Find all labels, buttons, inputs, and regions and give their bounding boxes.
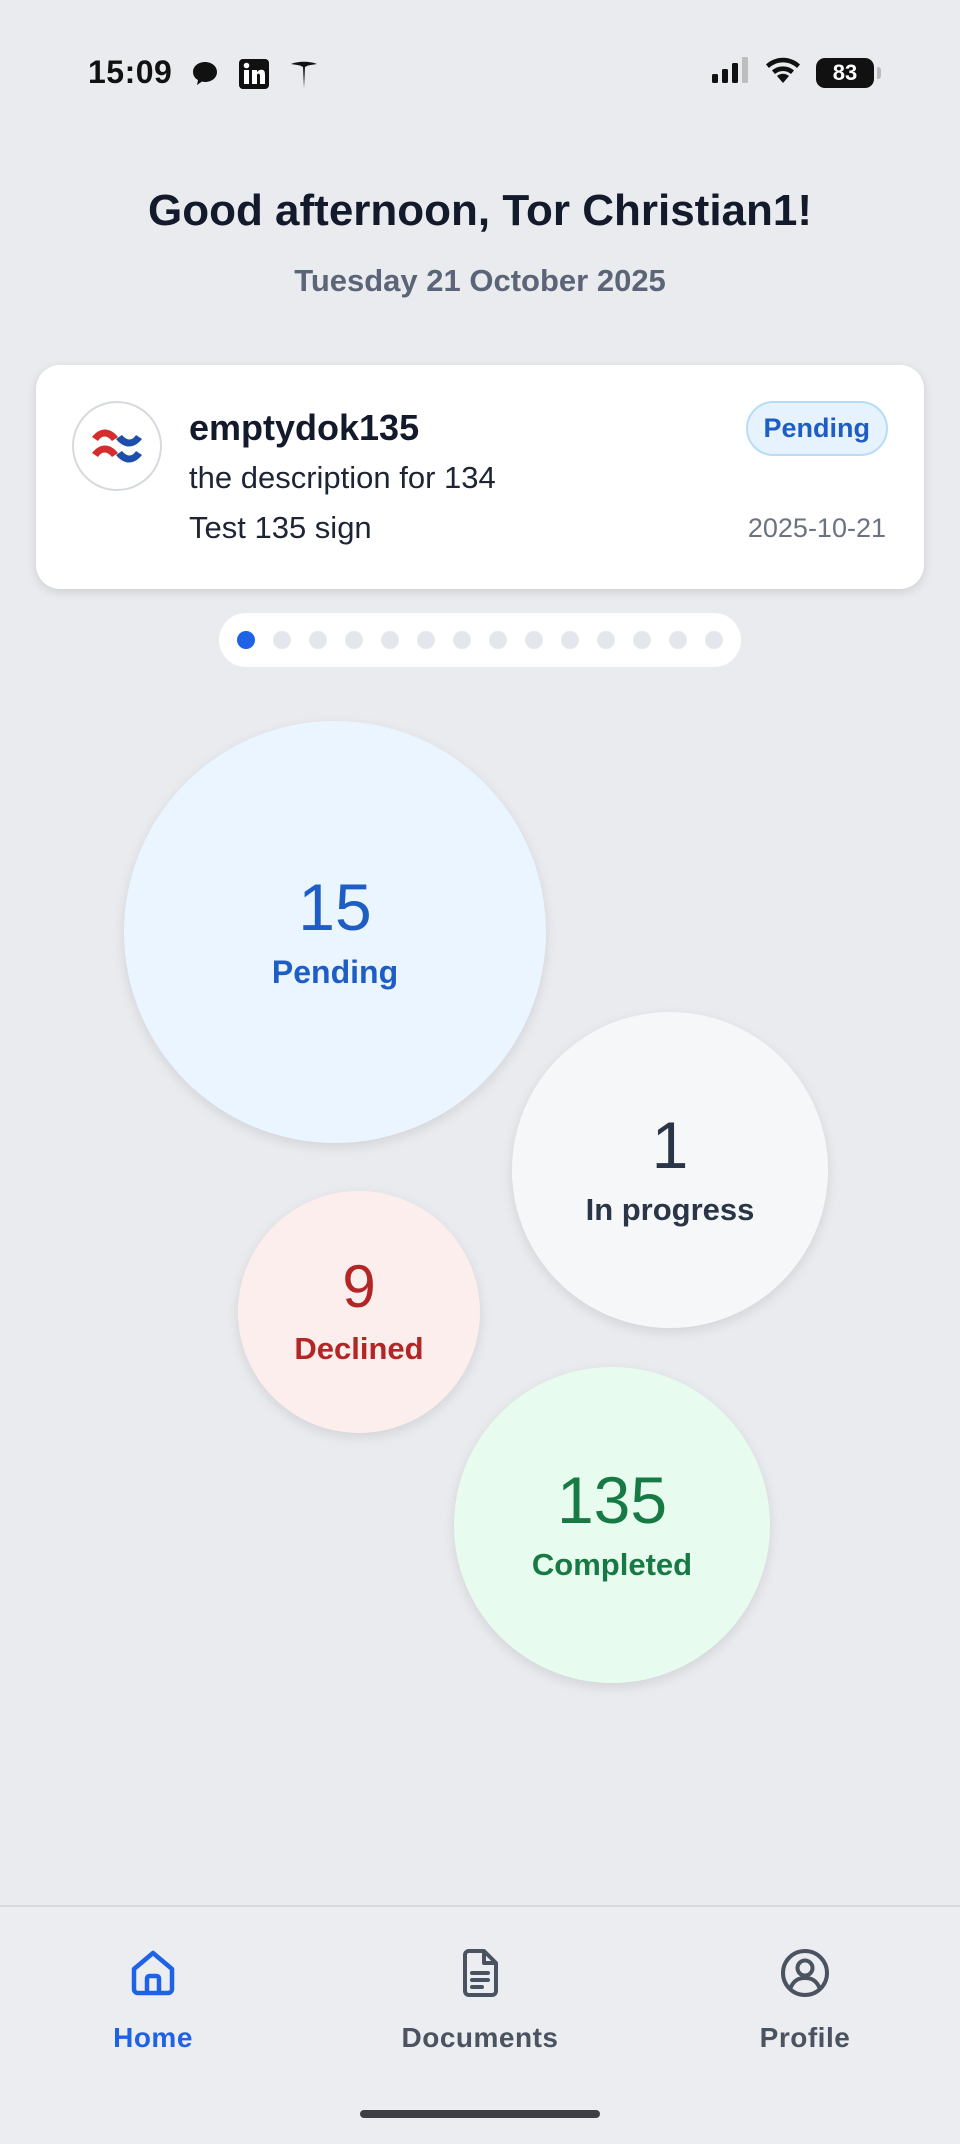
organization-logo-icon — [72, 401, 162, 491]
nav-documents-label: Documents — [401, 2022, 559, 2053]
pager-dot[interactable] — [705, 631, 723, 649]
completed-label: Completed — [531, 1547, 693, 1582]
pending-label: Pending — [271, 953, 399, 990]
pager-dot[interactable] — [381, 631, 399, 649]
pager-dot[interactable] — [453, 631, 471, 649]
status-badge: Pending — [745, 401, 888, 456]
nav-profile[interactable]: Profile — [685, 1947, 925, 2054]
wifi-icon — [764, 56, 802, 89]
pager-dot[interactable] — [417, 631, 435, 649]
status-time: 15:09 — [88, 54, 173, 90]
pager-dot[interactable] — [489, 631, 507, 649]
current-date: Tuesday 21 October 2025 — [294, 263, 666, 298]
home-icon — [127, 1947, 179, 2004]
document-icon — [454, 1947, 506, 2004]
pending-stat-bubble[interactable]: 15 Pending — [124, 721, 546, 1143]
nav-profile-label: Profile — [759, 2022, 851, 2053]
profile-icon — [779, 1947, 831, 2004]
battery-icon: 83 — [816, 57, 881, 88]
declined-count: 9 — [342, 1253, 376, 1320]
pager-dot[interactable] — [345, 631, 363, 649]
document-date: 2025-10-21 — [747, 513, 886, 543]
pager-dot[interactable] — [273, 631, 291, 649]
nav-home[interactable]: Home — [33, 1947, 273, 2054]
pager-dot-active[interactable] — [237, 631, 255, 649]
pager-dot[interactable] — [525, 631, 543, 649]
in-progress-label: In progress — [585, 1192, 755, 1227]
document-subtitle: Test 135 sign — [189, 510, 372, 545]
pager-dot[interactable] — [669, 631, 687, 649]
in-progress-stat-bubble[interactable]: 1 In progress — [512, 1012, 828, 1328]
messenger-icon — [190, 58, 220, 93]
home-indicator[interactable] — [360, 2110, 600, 2118]
linkedin-icon — [238, 58, 270, 95]
nav-home-label: Home — [113, 2022, 193, 2053]
pager-dot[interactable] — [561, 631, 579, 649]
in-progress-count: 1 — [651, 1108, 689, 1182]
pager-dot[interactable] — [597, 631, 615, 649]
document-title: emptydok135 — [189, 407, 420, 448]
pending-count: 15 — [298, 869, 372, 944]
completed-count: 135 — [556, 1463, 668, 1537]
pager-dot[interactable] — [309, 631, 327, 649]
bottom-navigation: Home Documents Profile — [0, 1905, 960, 2144]
completed-stat-bubble[interactable]: 135 Completed — [454, 1367, 770, 1683]
greeting-title: Good afternoon, Tor Christian1! — [147, 186, 813, 235]
status-bar: 15:09 83 — [0, 0, 960, 150]
document-description: the description for 134 — [189, 460, 496, 495]
signal-icon — [710, 56, 750, 89]
document-card[interactable]: emptydok135 the description for 134 Test… — [36, 365, 924, 589]
battery-cap — [877, 66, 881, 79]
nav-documents[interactable]: Documents — [360, 1947, 600, 2054]
status-right: 83 — [710, 56, 881, 89]
pager-dot[interactable] — [633, 631, 651, 649]
carousel-pager[interactable] — [219, 613, 741, 667]
declined-stat-bubble[interactable]: 9 Declined — [238, 1191, 480, 1433]
declined-label: Declined — [294, 1331, 424, 1366]
tesla-icon — [288, 58, 320, 95]
battery-level: 83 — [832, 59, 858, 85]
